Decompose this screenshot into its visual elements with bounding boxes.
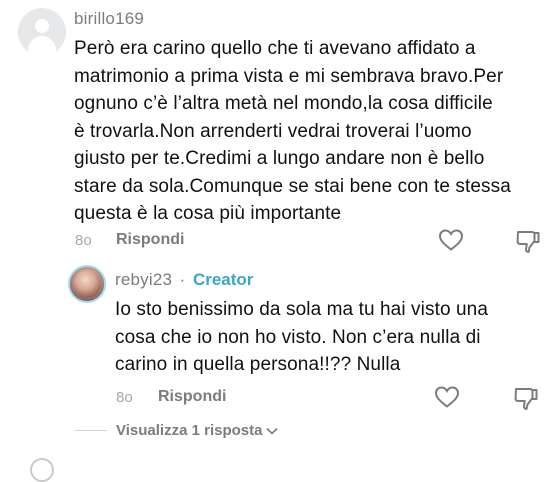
- comment-text-line: Però era carino quello che ti avevano af…: [74, 38, 476, 59]
- comment-text-line: questa è la cosa più importante: [74, 203, 342, 224]
- reply-text-line: Io sto benissimo da sola ma tu hai visto…: [115, 299, 488, 320]
- comment-text: Però era carino quello che ti avevano af…: [74, 35, 544, 228]
- reply-text-line: carino in quella persona!!?? Nulla: [115, 354, 401, 375]
- reply-button[interactable]: Rispondi: [116, 231, 184, 249]
- comment-text-line: è trovarla.Non arrenderti vedrai trovera…: [74, 120, 472, 142]
- comment-text-line: stare da sola.Comunque se stai bene con …: [74, 175, 511, 197]
- thumbs-down-icon[interactable]: [515, 228, 541, 254]
- thumbs-down-icon[interactable]: [513, 385, 539, 411]
- comment-text-line: ognuno c’è l’altra metà nel mondo,la cos…: [74, 93, 493, 114]
- avatar[interactable]: [68, 265, 106, 303]
- comment-text-line: matrimonio a prima vista e mi sembrava b…: [74, 65, 504, 87]
- heart-outline-icon[interactable]: [438, 228, 464, 252]
- comment-time: 8o: [75, 232, 92, 249]
- chevron-down-icon: [266, 427, 279, 435]
- reply-text-line: cosa che io non ho visto. Non c’era null…: [115, 326, 481, 348]
- thread-divider: [75, 430, 107, 431]
- reply-reply-button[interactable]: Rispondi: [158, 388, 226, 406]
- creator-badge: Creator: [192, 270, 254, 289]
- default-user-icon: [35, 19, 49, 33]
- view-replies-label: Visualizza 1 risposta: [116, 422, 263, 439]
- separator-dot: ·: [179, 270, 186, 289]
- reply-header: rebyi23 · Creator: [115, 270, 253, 290]
- comment-text-line: giusto per te.Credimi a lungo andare non…: [74, 148, 485, 169]
- view-replies-button[interactable]: Visualizza 1 risposta: [116, 422, 279, 439]
- reply-text: Io sto benissimo da sola ma tu hai visto…: [115, 296, 545, 379]
- comment-username[interactable]: birillo169: [74, 9, 144, 29]
- heart-outline-icon[interactable]: [434, 385, 460, 409]
- reply-username[interactable]: rebyi23: [115, 270, 172, 289]
- avatar[interactable]: [18, 8, 66, 56]
- reply-time: 8o: [116, 389, 133, 406]
- avatar[interactable]: [30, 458, 54, 482]
